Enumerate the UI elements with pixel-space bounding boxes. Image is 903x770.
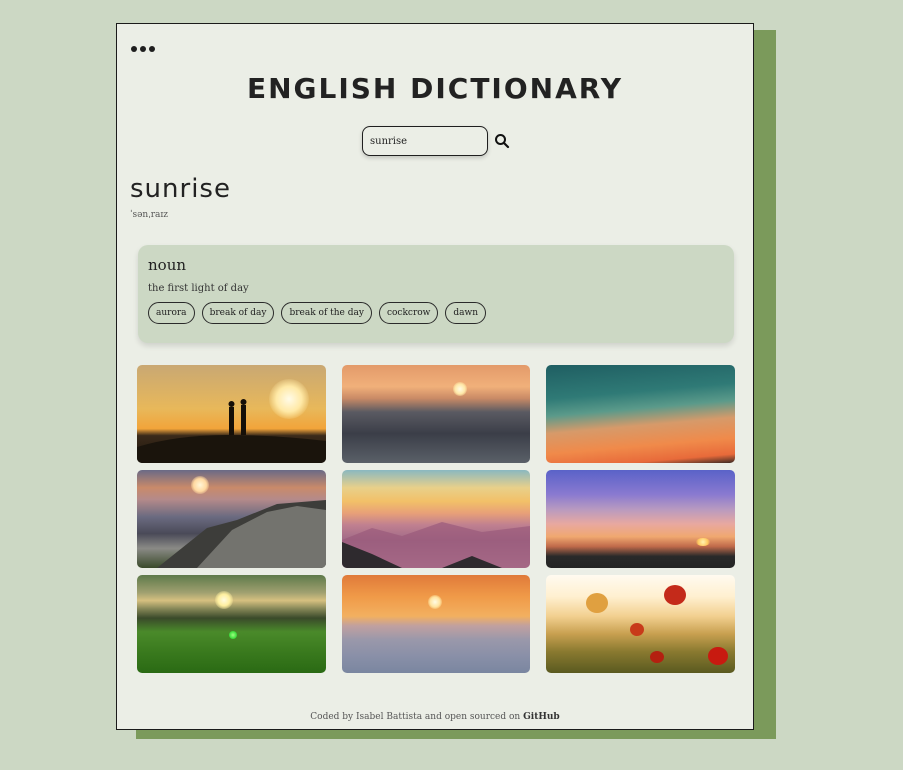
app-title: ENGLISH DICTIONARY bbox=[246, 72, 624, 105]
github-link[interactable]: GitHub bbox=[523, 712, 560, 722]
search-form bbox=[362, 126, 510, 156]
gallery-image-mountains[interactable] bbox=[137, 470, 326, 568]
definition: the first light of day bbox=[148, 283, 249, 294]
poppy-flower bbox=[664, 585, 686, 605]
poppy-flower bbox=[586, 593, 608, 613]
synonym-button[interactable]: dawn bbox=[445, 302, 487, 324]
image-gallery bbox=[137, 365, 735, 673]
gallery-image-misty-mountains[interactable] bbox=[342, 470, 530, 568]
gallery-image-poppy-field[interactable] bbox=[546, 575, 735, 673]
sun-shape bbox=[696, 538, 710, 546]
menu-dot bbox=[131, 46, 137, 52]
more-horizontal-icon[interactable] bbox=[131, 46, 155, 52]
poppy-flower bbox=[650, 651, 664, 663]
lens-flare bbox=[229, 631, 237, 639]
sun-shape bbox=[428, 595, 442, 609]
gallery-image-sea-horizon[interactable] bbox=[342, 575, 530, 673]
menu-dot bbox=[140, 46, 146, 52]
gallery-image-teal-sky[interactable] bbox=[546, 365, 735, 463]
synonym-button[interactable]: aurora bbox=[148, 302, 195, 324]
footer-text: Coded by Isabel Battista and open source… bbox=[310, 712, 521, 722]
mountain-shape bbox=[157, 500, 326, 568]
silhouette-shape bbox=[137, 399, 326, 463]
poppy-flower bbox=[630, 623, 644, 636]
entry-word: sunrise bbox=[130, 174, 231, 204]
meaning-card: noun the first light of day aurora break… bbox=[138, 245, 734, 343]
dictionary-card: ENGLISH DICTIONARY sunrise ˈsənˌraɪz nou… bbox=[116, 23, 754, 730]
sun-shape bbox=[453, 382, 467, 396]
part-of-speech: noun bbox=[148, 256, 187, 274]
footer: Coded by Isabel Battista and open source… bbox=[117, 712, 753, 722]
gallery-image-ocean-waves[interactable] bbox=[342, 365, 530, 463]
search-input[interactable] bbox=[362, 126, 488, 156]
sun-shape bbox=[215, 591, 233, 609]
poppy-flower bbox=[708, 647, 728, 665]
menu-dot bbox=[149, 46, 155, 52]
mountain-shape bbox=[342, 522, 530, 568]
gallery-image-purple-sky[interactable] bbox=[546, 470, 735, 568]
synonym-button[interactable]: break of day bbox=[201, 302, 275, 324]
synonyms-list: aurora break of day break of the day coc… bbox=[148, 302, 724, 324]
search-icon[interactable] bbox=[494, 133, 510, 149]
synonym-button[interactable]: cockcrow bbox=[378, 302, 439, 324]
gallery-image-green-field[interactable] bbox=[137, 575, 326, 673]
synonym-button[interactable]: break of the day bbox=[281, 302, 372, 324]
gallery-image-couple-silhouette[interactable] bbox=[137, 365, 326, 463]
entry-phonetic: ˈsənˌraɪz bbox=[130, 210, 168, 220]
